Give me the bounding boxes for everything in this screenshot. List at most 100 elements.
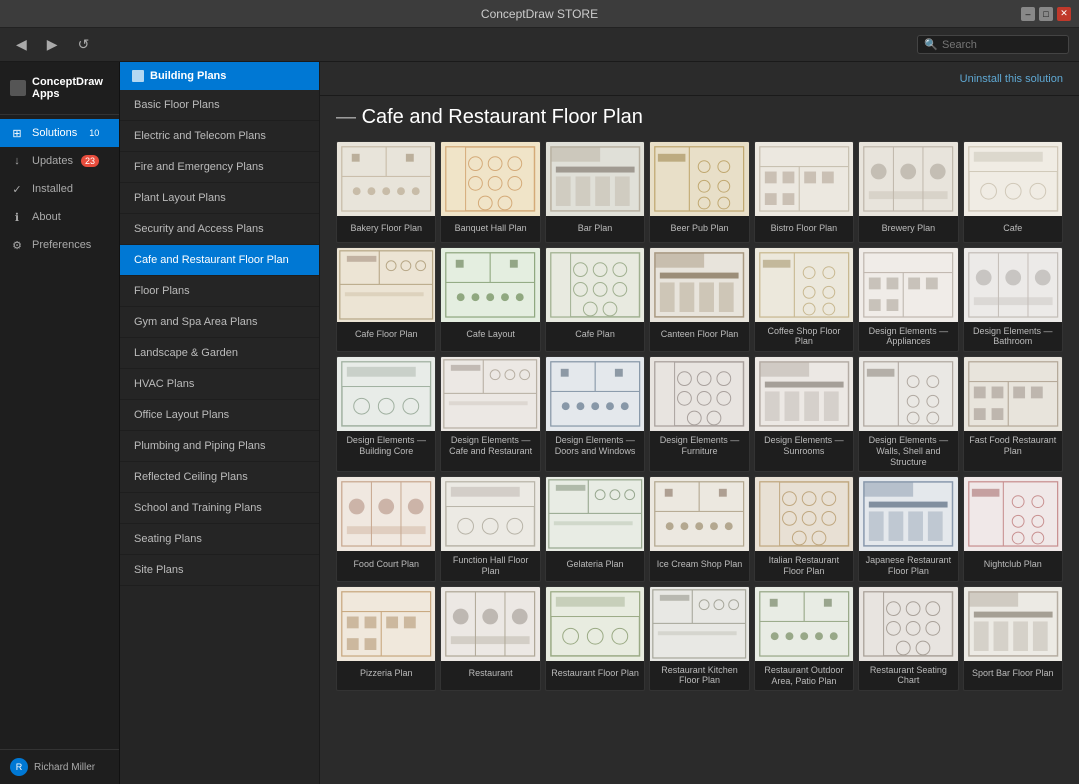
sidebar-item-about[interactable]: ℹ About [0,203,119,231]
grid-item[interactable]: Restaurant [440,586,540,691]
grid-item[interactable]: Design Elements — Walls, Shell and Struc… [858,356,958,472]
grid-thumb [337,477,435,551]
sidebar-item-updates[interactable]: ↓ Updates 23 [0,147,119,175]
grid-thumb [337,142,435,216]
grid-item[interactable]: Gelateria Plan [545,476,645,581]
grid-item[interactable]: Ice Cream Shop Plan [649,476,749,581]
grid-item[interactable]: Nightclub Plan [963,476,1063,581]
grid-item[interactable]: Cafe Plan [545,247,645,352]
grid-item[interactable]: Food Court Plan [336,476,436,581]
items-grid: Bakery Floor Plan Banquet Hall Plan [336,141,1063,691]
search-box: 🔍 [917,35,1069,54]
grid-thumb [441,357,539,431]
sec-nav-electric[interactable]: Electric and Telecom Plans [120,121,319,152]
floor-plan-svg [650,587,748,661]
sec-nav-landscape[interactable]: Landscape & Garden [120,338,319,369]
sec-nav-hvac[interactable]: HVAC Plans [120,369,319,400]
sec-nav-plant[interactable]: Plant Layout Plans [120,183,319,214]
sec-nav-seating[interactable]: Seating Plans [120,524,319,555]
grid-thumb [650,357,748,431]
grid-thumb [964,587,1062,661]
grid-item[interactable]: Restaurant Kitchen Floor Plan [649,586,749,691]
grid-item[interactable]: Restaurant Outdoor Area, Patio Plan [754,586,854,691]
grid-item[interactable]: Fast Food Restaurant Plan [963,356,1063,472]
grid-item[interactable]: Pizzeria Plan [336,586,436,691]
app-title-label: ConceptDraw Apps [32,76,109,100]
grid-item[interactable]: Design Elements — Bathroom [963,247,1063,352]
sec-nav-plumbing[interactable]: Plumbing and Piping Plans [120,431,319,462]
forward-button[interactable]: ▶ [41,32,64,57]
floor-plan-svg [964,142,1062,216]
grid-item[interactable]: Bakery Floor Plan [336,141,436,243]
back-button[interactable]: ◀ [10,32,33,57]
sec-nav-school[interactable]: School and Training Plans [120,493,319,524]
sec-nav-cafe[interactable]: Cafe and Restaurant Floor Plan [120,245,319,276]
sec-nav-basic[interactable]: Basic Floor Plans [120,90,319,121]
grid-thumb [859,142,957,216]
grid-item[interactable]: Design Elements — Building Core [336,356,436,472]
grid-item[interactable]: Sport Bar Floor Plan [963,586,1063,691]
grid-item[interactable]: Coffee Shop Floor Plan [754,247,854,352]
search-input[interactable] [942,39,1062,51]
sec-nav-gym[interactable]: Gym and Spa Area Plans [120,307,319,338]
maximize-button[interactable]: □ [1039,7,1053,21]
sidebar-item-installed[interactable]: ✓ Installed [0,175,119,203]
titlebar-controls: – □ ✕ [1021,7,1071,21]
grid-thumb [859,248,957,322]
sidebar-item-preferences[interactable]: ⚙ Preferences [0,231,119,259]
titlebar-title: ConceptDraw STORE [481,7,598,21]
grid-item[interactable]: Banquet Hall Plan [440,141,540,243]
sidebar-top: ConceptDraw Apps [0,62,119,115]
solutions-badge: 10 [85,127,103,139]
grid-item[interactable]: Design Elements — Sunrooms [754,356,854,472]
grid-thumb [755,477,853,551]
minimize-button[interactable]: – [1021,7,1035,21]
solutions-label: Solutions [32,127,77,139]
username-label: Richard Miller [34,762,95,773]
grid-label: Design Elements — Appliances [859,322,957,352]
search-icon: 🔍 [924,38,938,51]
sec-nav-security[interactable]: Security and Access Plans [120,214,319,245]
sec-nav-office[interactable]: Office Layout Plans [120,400,319,431]
grid-item[interactable]: Cafe Layout [440,247,540,352]
sec-nav-reflected[interactable]: Reflected Ceiling Plans [120,462,319,493]
grid-label: Pizzeria Plan [337,661,435,687]
close-button[interactable]: ✕ [1057,7,1071,21]
grid-item[interactable]: Design Elements — Appliances [858,247,958,352]
grid-label: Nightclub Plan [964,551,1062,577]
sidebar-item-solutions[interactable]: ⊞ Solutions 10 [0,119,119,147]
grid-item[interactable]: Bistro Floor Plan [754,141,854,243]
floor-plan-svg [755,248,853,322]
grid-item[interactable]: Function Hall Floor Plan [440,476,540,581]
grid-item[interactable]: Italian Restaurant Floor Plan [754,476,854,581]
updates-icon: ↓ [10,154,24,168]
sec-nav-fire[interactable]: Fire and Emergency Plans [120,152,319,183]
sidebar-bottom: R Richard Miller [0,749,119,784]
grid-item[interactable]: Design Elements — Furniture [649,356,749,472]
grid-item[interactable]: Bar Plan [545,141,645,243]
grid-item[interactable]: Beer Pub Plan [649,141,749,243]
secondary-header-label: Building Plans [150,70,226,82]
grid-thumb [755,587,853,661]
grid-item[interactable]: Canteen Floor Plan [649,247,749,352]
grid-item[interactable]: Design Elements — Cafe and Restaurant [440,356,540,472]
grid-item[interactable]: Brewery Plan [858,141,958,243]
grid-label: Beer Pub Plan [650,216,748,242]
grid-item[interactable]: Cafe Floor Plan [336,247,436,352]
floor-plan-svg [755,477,853,551]
floor-plan-svg [650,248,748,322]
refresh-button[interactable]: ↺ [72,32,96,57]
floor-plan-svg [337,477,435,551]
floor-plan-svg [755,357,853,431]
grid-item[interactable]: Restaurant Seating Chart [858,586,958,691]
secondary-sidebar: Building Plans Basic Floor Plans Electri… [120,62,320,784]
sec-nav-site[interactable]: Site Plans [120,555,319,586]
grid-item[interactable]: Design Elements — Doors and Windows [545,356,645,472]
sec-nav-floor[interactable]: Floor Plans [120,276,319,307]
grid-item[interactable]: Cafe [963,141,1063,243]
uninstall-link[interactable]: Uninstall this solution [960,73,1063,85]
grid-item[interactable]: Japanese Restaurant Floor Plan [858,476,958,581]
grid-item[interactable]: Restaurant Floor Plan [545,586,645,691]
content-area: Cafe and Restaurant Floor Plan Bakery Fl… [320,96,1079,784]
grid-thumb [859,477,957,551]
